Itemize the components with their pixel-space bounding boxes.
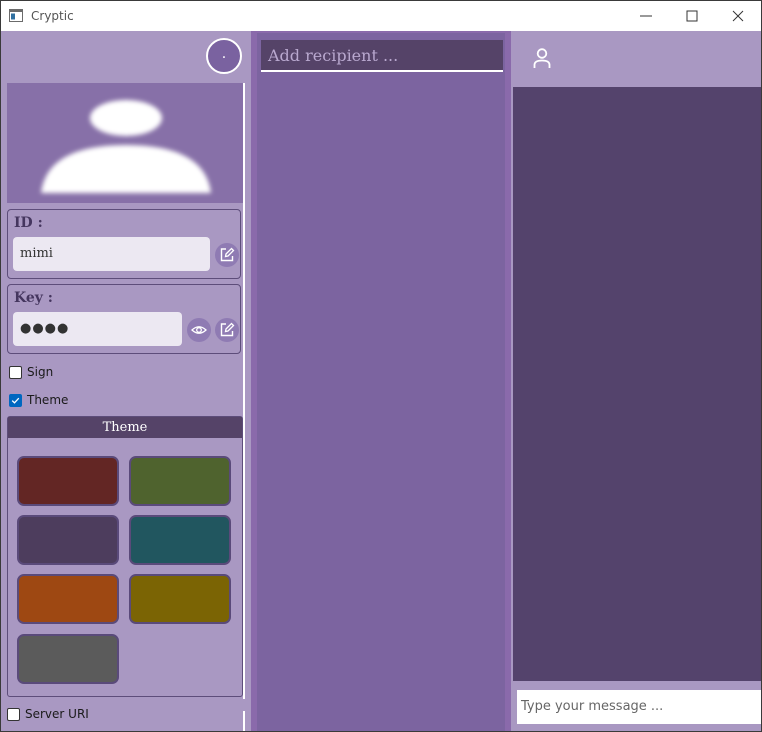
recipient-list[interactable] bbox=[257, 33, 505, 731]
scrollbar-gap bbox=[243, 699, 245, 711]
close-button[interactable] bbox=[715, 1, 761, 31]
id-field-group: ID : mimi bbox=[7, 209, 241, 279]
edit-icon bbox=[220, 247, 235, 262]
eye-icon bbox=[191, 326, 207, 334]
maximize-button[interactable] bbox=[669, 1, 715, 31]
theme-swatch-red[interactable] bbox=[17, 456, 119, 506]
key-input[interactable]: ●●●● bbox=[13, 312, 182, 346]
recipient-input[interactable]: Add recipient ... bbox=[261, 40, 503, 72]
id-label: ID : bbox=[14, 215, 43, 231]
reveal-key-button[interactable] bbox=[187, 318, 211, 342]
scrollbar[interactable] bbox=[243, 83, 245, 731]
sign-label: Sign bbox=[27, 365, 54, 379]
theme-swatch-teal[interactable] bbox=[129, 515, 231, 565]
chat-panel: Type your message ... bbox=[511, 31, 761, 731]
minimize-button[interactable] bbox=[623, 1, 669, 31]
message-area[interactable] bbox=[513, 87, 761, 681]
edit-icon bbox=[220, 322, 235, 337]
edit-id-button[interactable] bbox=[215, 243, 239, 267]
window-title: Cryptic bbox=[31, 9, 74, 23]
theme-checkbox[interactable] bbox=[9, 394, 22, 407]
user-icon[interactable] bbox=[533, 47, 551, 69]
avatar-button[interactable]: . bbox=[206, 38, 242, 74]
theme-swatch-green[interactable] bbox=[129, 456, 231, 506]
edit-key-button[interactable] bbox=[215, 318, 239, 342]
theme-swatch-olive[interactable] bbox=[129, 574, 231, 624]
minimize-icon bbox=[640, 15, 652, 17]
app-window: Cryptic . ID: mimi Key: ●●●● Sign Them… bbox=[0, 0, 762, 732]
theme-swatch-purple[interactable] bbox=[17, 515, 119, 565]
theme-section: Theme bbox=[7, 416, 243, 697]
message-input[interactable]: Type your message ... bbox=[517, 690, 761, 724]
profile-panel: . ID : mimi Key: ●●●● Sign Theme Theme … bbox=[1, 31, 251, 731]
id-input[interactable]: mimi bbox=[13, 237, 210, 271]
app-icon bbox=[9, 9, 23, 22]
close-icon bbox=[732, 10, 744, 22]
theme-section-title: Theme bbox=[8, 417, 242, 438]
theme-swatch-gray[interactable] bbox=[17, 634, 119, 684]
checkmark-icon bbox=[11, 397, 20, 404]
maximize-icon bbox=[686, 10, 698, 22]
key-field-group: Key : ●●●● bbox=[7, 284, 241, 354]
theme-swatch-orange[interactable] bbox=[17, 574, 119, 624]
sign-checkbox[interactable] bbox=[9, 366, 22, 379]
theme-label: Theme bbox=[27, 393, 69, 407]
server-uri-checkbox[interactable] bbox=[7, 708, 20, 721]
server-uri-label: Server URI bbox=[25, 707, 89, 721]
default-user-icon bbox=[41, 100, 211, 193]
profile-picture[interactable] bbox=[7, 83, 243, 203]
recipients-panel: Add recipient ... bbox=[251, 31, 511, 731]
title-bar[interactable]: Cryptic bbox=[1, 1, 761, 31]
key-label: Key : bbox=[14, 290, 53, 306]
chat-header bbox=[511, 31, 761, 87]
